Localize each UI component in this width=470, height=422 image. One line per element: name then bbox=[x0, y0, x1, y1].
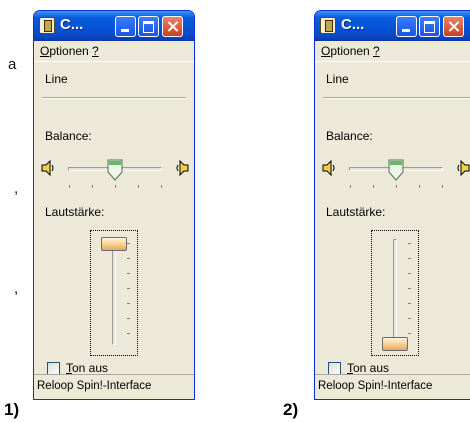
volume-tick bbox=[408, 243, 411, 244]
minimize-button[interactable] bbox=[396, 16, 417, 37]
balance-slider[interactable] bbox=[62, 159, 168, 189]
close-button[interactable] bbox=[443, 16, 464, 37]
balance-label: Balance: bbox=[326, 129, 373, 143]
margin-text-2: , bbox=[14, 180, 19, 197]
menu-optionen-label: ptionen bbox=[49, 44, 89, 58]
balance-thumb[interactable] bbox=[388, 159, 404, 181]
balance-tick-4 bbox=[419, 185, 420, 188]
figure-number-1: 1) bbox=[4, 400, 20, 419]
maximize-button[interactable] bbox=[419, 16, 440, 37]
balance-tick-1 bbox=[69, 185, 70, 188]
app-icon[interactable] bbox=[320, 17, 336, 34]
volume-tick bbox=[408, 318, 411, 319]
status-bar: Reloop Spin!-Interface bbox=[315, 374, 470, 399]
volume-tick bbox=[408, 333, 411, 334]
volume-track bbox=[393, 239, 397, 345]
menu-help[interactable]: ? bbox=[92, 44, 99, 58]
volume-tick bbox=[127, 303, 130, 304]
volume-tick bbox=[408, 273, 411, 274]
balance-tick-2 bbox=[92, 185, 93, 188]
volume-label: Lautstärke: bbox=[45, 205, 105, 219]
volume-tick bbox=[408, 288, 411, 289]
balance-thumb[interactable] bbox=[107, 159, 123, 181]
margin-text-3: , bbox=[14, 280, 19, 297]
speaker-right-icon bbox=[457, 160, 470, 176]
volume-tick bbox=[127, 333, 130, 334]
speaker-left-icon bbox=[41, 160, 54, 176]
menu-optionen-mnemonic: O bbox=[321, 44, 331, 58]
title-bar[interactable]: C... bbox=[315, 11, 470, 41]
volume-control-window-2: C... Optionen ? Line Balance: Lautstärke… bbox=[314, 10, 470, 400]
volume-thumb[interactable] bbox=[382, 337, 408, 351]
window-title: C... bbox=[341, 16, 365, 33]
figure-number-2: 2) bbox=[283, 400, 299, 419]
volume-tick bbox=[408, 303, 411, 304]
divider-highlight bbox=[42, 98, 186, 99]
balance-tick-3 bbox=[115, 185, 116, 188]
balance-tick-5 bbox=[442, 185, 443, 188]
menu-bar: Optionen ? bbox=[34, 41, 194, 62]
volume-slider[interactable] bbox=[90, 230, 138, 356]
volume-tick bbox=[127, 318, 130, 319]
status-text: Reloop Spin!-Interface bbox=[318, 380, 433, 392]
status-text: Reloop Spin!-Interface bbox=[37, 380, 152, 392]
volume-tick bbox=[408, 258, 411, 259]
volume-control-window-1: C... Optionen ? Line Balance: Lautstärke… bbox=[33, 10, 195, 400]
mute-label-rest: on aus bbox=[353, 361, 390, 375]
volume-tick bbox=[127, 288, 130, 289]
volume-track bbox=[112, 239, 116, 345]
menu-optionen-mnemonic: O bbox=[40, 44, 50, 58]
line-label: Line bbox=[45, 72, 68, 86]
app-icon[interactable] bbox=[39, 17, 55, 34]
menu-help[interactable]: ? bbox=[373, 44, 380, 58]
menu-optionen[interactable]: Optionen bbox=[40, 44, 89, 58]
status-bar: Reloop Spin!-Interface bbox=[34, 374, 194, 399]
balance-tick-2 bbox=[373, 185, 374, 188]
balance-tick-3 bbox=[396, 185, 397, 188]
balance-tick-1 bbox=[350, 185, 351, 188]
volume-tick bbox=[127, 273, 130, 274]
menu-optionen-label: ptionen bbox=[330, 44, 370, 58]
speaker-left-icon bbox=[322, 160, 335, 176]
margin-text-1: a bbox=[8, 56, 17, 73]
volume-thumb[interactable] bbox=[101, 237, 127, 251]
balance-label: Balance: bbox=[45, 129, 92, 143]
mute-label-rest: on aus bbox=[72, 361, 109, 375]
title-bar[interactable]: C... bbox=[34, 11, 194, 41]
mute-label[interactable]: Ton aus bbox=[347, 361, 389, 375]
mute-label[interactable]: Ton aus bbox=[66, 361, 108, 375]
volume-tick bbox=[127, 243, 130, 244]
volume-tick bbox=[127, 258, 130, 259]
line-label: Line bbox=[326, 72, 349, 86]
close-button[interactable] bbox=[162, 16, 183, 37]
balance-tick-5 bbox=[161, 185, 162, 188]
maximize-button[interactable] bbox=[138, 16, 159, 37]
minimize-button[interactable] bbox=[115, 16, 136, 37]
balance-slider[interactable] bbox=[343, 159, 449, 189]
balance-tick-4 bbox=[138, 185, 139, 188]
window-title: C... bbox=[60, 16, 84, 33]
volume-label: Lautstärke: bbox=[326, 205, 386, 219]
menu-optionen[interactable]: Optionen bbox=[321, 44, 370, 58]
menu-bar: Optionen ? bbox=[315, 41, 470, 62]
volume-slider[interactable] bbox=[371, 230, 419, 356]
divider-highlight bbox=[323, 98, 470, 99]
speaker-right-icon bbox=[176, 160, 189, 176]
